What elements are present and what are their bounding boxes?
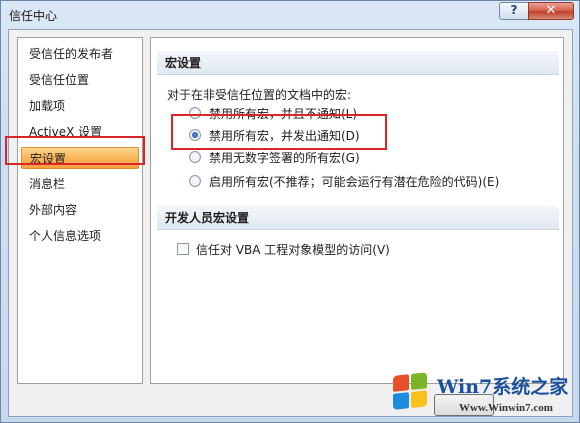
radio-label: 启用所有宏(不推荐；可能会运行有潜在危险的代码)(E)	[209, 175, 500, 189]
settings-panel: 宏设置 对于在非受信任位置的文档中的宏: 禁用所有宏，并且不通知(L) 禁用所有…	[150, 37, 564, 384]
trust-center-dialog: 信任中心 ? ✕ 受信任的发布者 受信任位置 加载项 ActiveX 设置 宏设…	[0, 0, 580, 423]
watermark-title: Win7系统之家	[437, 376, 569, 398]
nav-item-add-ins[interactable]: 加载项	[18, 95, 142, 117]
dialog-body: 受信任的发布者 受信任位置 加载项 ActiveX 设置 宏设置 消息栏 外部内…	[8, 29, 573, 417]
vba-access-checkbox[interactable]	[177, 243, 189, 255]
nav-item-macro-settings[interactable]: 宏设置	[21, 147, 139, 169]
radio-label: 禁用所有宏，并发出通知(D)	[209, 129, 360, 143]
close-button[interactable]: ✕	[528, 2, 574, 20]
watermark: Win7系统之家 Www.Winwin7.com	[393, 370, 578, 422]
radio-button-selected[interactable]	[189, 129, 201, 141]
window-title: 信任中心	[9, 9, 58, 23]
nav-item-activex-settings[interactable]: ActiveX 设置	[18, 121, 142, 143]
developer-settings-header: 开发人员宏设置	[157, 206, 559, 230]
help-button[interactable]: ?	[499, 2, 529, 20]
nav-item-message-bar[interactable]: 消息栏	[18, 173, 142, 195]
vba-access-label: 信任对 VBA 工程对象模型的访问(V)	[196, 243, 390, 257]
nav-item-privacy-options[interactable]: 个人信息选项	[18, 225, 142, 247]
category-nav: 受信任的发布者 受信任位置 加载项 ActiveX 设置 宏设置 消息栏 外部内…	[17, 37, 143, 384]
title-bar[interactable]: 信任中心 ? ✕	[1, 1, 579, 29]
macro-settings-header: 宏设置	[157, 51, 559, 75]
radio-label: 禁用所有宏，并且不通知(L)	[209, 107, 358, 121]
nav-item-external-content[interactable]: 外部内容	[18, 199, 142, 221]
radio-button[interactable]	[189, 151, 201, 163]
nav-item-trusted-publishers[interactable]: 受信任的发布者	[18, 43, 142, 65]
radio-label: 禁用无数字签署的所有宏(G)	[209, 151, 360, 165]
nav-item-trusted-locations[interactable]: 受信任位置	[18, 69, 142, 91]
radio-button[interactable]	[189, 107, 201, 119]
watermark-url: Www.Winwin7.com	[459, 402, 553, 414]
macro-intro-label: 对于在非受信任位置的文档中的宏:	[167, 88, 352, 102]
windows-logo-icon	[393, 372, 429, 412]
radio-button[interactable]	[189, 175, 201, 187]
